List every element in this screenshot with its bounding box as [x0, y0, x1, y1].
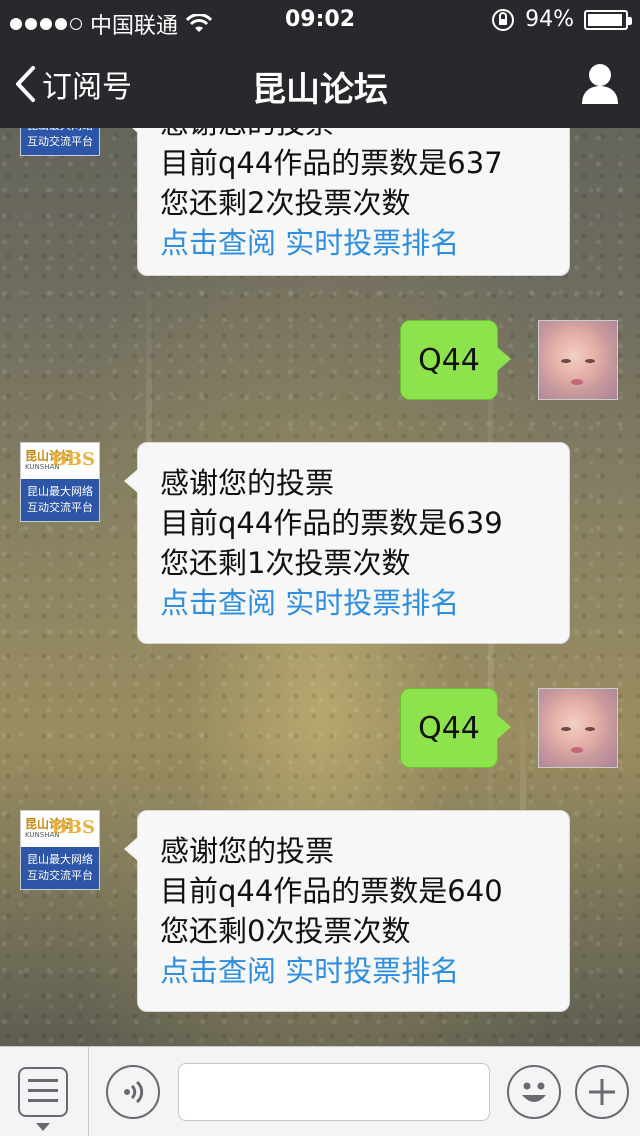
voice-input-button[interactable] — [106, 1065, 160, 1119]
caret-down-icon — [36, 1123, 50, 1131]
battery-fill — [588, 13, 622, 26]
sender-avatar[interactable]: 昆山论坛KUNSHANBBS 昆山最大网络互动交流平台 — [20, 128, 100, 156]
sender-avatar[interactable]: 昆山论坛KUNSHANBBS 昆山最大网络互动交流平台 — [20, 442, 100, 522]
message-line: 您还剩0次投票次数 — [160, 914, 411, 948]
battery-percent: 94% — [525, 7, 574, 32]
plus-icon — [589, 1079, 615, 1105]
profile-button[interactable] — [580, 62, 620, 106]
link-realtime-ranking[interactable]: 实时投票排名 — [285, 954, 459, 988]
link-realtime-ranking[interactable]: 实时投票排名 — [285, 586, 459, 620]
link-view[interactable]: 点击查阅 — [160, 586, 276, 620]
message-line: 感谢您的投票 — [160, 834, 335, 868]
message-line: 您还剩2次投票次数 — [160, 186, 411, 220]
smiley-icon — [522, 1082, 546, 1102]
incoming-message-bubble[interactable]: 感谢您的投票 目前q44作品的票数是639 您还剩1次投票次数 点击查阅 实时投… — [124, 442, 570, 644]
orientation-lock-icon — [492, 8, 515, 31]
message-line: 目前q44作品的票数是640 — [160, 874, 503, 908]
battery-icon — [584, 9, 632, 30]
divider — [88, 1047, 89, 1136]
status-right: 94% — [491, 7, 632, 32]
user-avatar[interactable] — [538, 320, 618, 400]
person-icon — [582, 64, 618, 104]
status-bar: 中国联通 09:02 94% — [0, 0, 640, 40]
sender-avatar[interactable]: 昆山论坛KUNSHANBBS 昆山最大网络互动交流平台 — [20, 810, 100, 890]
message-text: Q44 — [418, 710, 480, 746]
menu-toggle-button[interactable] — [18, 1067, 68, 1117]
emoji-button[interactable] — [507, 1065, 561, 1119]
message-text: Q44 — [418, 342, 480, 378]
link-view[interactable]: 点击查阅 — [160, 226, 276, 260]
message-line: 目前q44作品的票数是639 — [160, 506, 503, 540]
message-line: 您还剩1次投票次数 — [160, 546, 411, 580]
incoming-message-bubble[interactable]: 感谢您的投票 目前q44作品的票数是637 您还剩2次投票次数 点击查阅 实时投… — [124, 128, 570, 276]
user-avatar[interactable] — [538, 688, 618, 768]
outgoing-message-bubble[interactable]: Q44 — [400, 320, 511, 400]
message-line: 感谢您的投票 — [160, 466, 335, 500]
link-realtime-ranking[interactable]: 实时投票排名 — [285, 226, 459, 260]
message-line: 感谢您的投票 — [160, 128, 547, 143]
input-toolbar — [0, 1046, 640, 1136]
message-line: 目前q44作品的票数是637 — [160, 146, 503, 180]
outgoing-message-bubble[interactable]: Q44 — [400, 688, 511, 768]
page-title: 昆山论坛 — [252, 70, 388, 110]
more-button[interactable] — [575, 1065, 629, 1119]
link-view[interactable]: 点击查阅 — [160, 954, 276, 988]
message-list[interactable]: 昆山论坛KUNSHANBBS 昆山最大网络互动交流平台 感谢您的投票 目前q44… — [0, 128, 640, 1046]
message-input[interactable] — [178, 1063, 490, 1121]
nav-bar: 订阅号 昆山论坛 — [0, 40, 640, 128]
sound-wave-icon — [124, 1080, 144, 1104]
incoming-message-bubble[interactable]: 感谢您的投票 目前q44作品的票数是640 您还剩0次投票次数 点击查阅 实时投… — [124, 810, 570, 1012]
